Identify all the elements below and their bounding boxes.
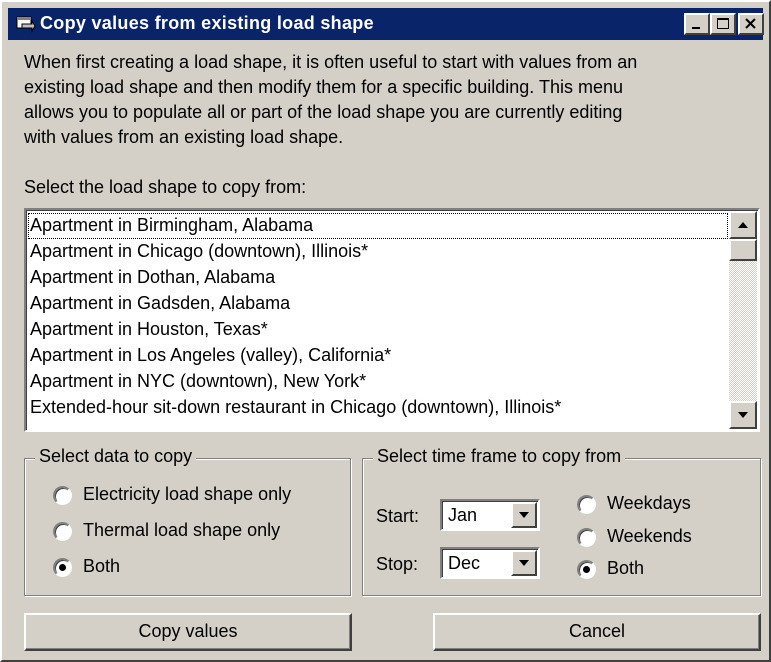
list-scrollbar[interactable] [729, 211, 757, 429]
radio-dot [583, 566, 590, 573]
title-bar[interactable]: Copy values from existing load shape [8, 8, 764, 40]
start-month-value: Jan [448, 505, 478, 525]
radio-dot [59, 564, 66, 571]
list-item[interactable]: Apartment in Houston, Texas* [28, 317, 728, 343]
copy-values-button[interactable]: Copy values [24, 613, 352, 651]
chevron-down-icon [519, 512, 529, 518]
stop-label: Stop: [376, 554, 419, 574]
close-button[interactable] [738, 13, 764, 35]
cancel-button[interactable]: Cancel [433, 613, 761, 651]
intro-line: with values from an existing load shape. [24, 127, 344, 147]
list-item[interactable]: Apartment in Birmingham, Alabama [28, 213, 728, 239]
radio-label: Electricity load shape only [83, 484, 292, 504]
close-icon [745, 18, 756, 29]
start-label: Start: [376, 506, 420, 526]
chevron-down-icon [519, 560, 529, 566]
radio-circle [577, 495, 596, 514]
intro-line: existing load shape and then modify them… [24, 77, 624, 97]
time-group-legend: Select time frame to copy from [373, 446, 626, 467]
data-group-legend: Select data to copy [35, 446, 197, 467]
radio-label: Both [83, 556, 121, 576]
list-item[interactable]: Extended-hour sit-down restaurant in Chi… [28, 395, 728, 421]
list-item[interactable]: Apartment in Dothan, Alabama [28, 265, 728, 291]
load-shape-listbox[interactable]: Apartment in Birmingham, Alabama Apartme… [24, 208, 760, 432]
radio-circle [53, 558, 72, 577]
radio-circle [53, 486, 72, 505]
radio-circle [53, 522, 72, 541]
minimize-button[interactable] [684, 13, 710, 35]
scroll-up-button[interactable] [729, 211, 757, 239]
list-item[interactable]: Apartment in NYC (downtown), New York* [28, 369, 728, 395]
list-item[interactable]: Apartment in Los Angeles (valley), Calif… [28, 343, 728, 369]
stop-dropdown-button[interactable] [511, 550, 537, 576]
minimize-icon [692, 27, 700, 29]
radio-label: Weekends [607, 526, 692, 546]
window-title: Copy values from existing load shape [40, 13, 374, 33]
list-item[interactable]: Apartment in Chicago (downtown), Illinoi… [28, 239, 728, 265]
radio-circle [577, 560, 596, 579]
time-frame-group: Select time frame to copy from Start: Ja… [362, 446, 761, 596]
intro-line: When first creating a load shape, it is … [24, 52, 638, 72]
radio-label: Both [607, 558, 645, 578]
data-to-copy-group: Select data to copy Electricity load sha… [24, 446, 351, 596]
radio-circle [577, 528, 596, 547]
radio-label: Weekdays [607, 493, 691, 513]
arrow-down-icon [738, 412, 748, 418]
scroll-down-button[interactable] [729, 401, 757, 429]
stop-month-select[interactable]: Dec [440, 547, 540, 579]
list-item[interactable]: Apartment in Gadsden, Alabama [28, 291, 728, 317]
intro-line: allows you to populate all or part of th… [24, 102, 623, 122]
window-app-icon[interactable] [16, 15, 36, 33]
maximize-button[interactable] [710, 13, 736, 35]
intro-text: When first creating a load shape, it is … [24, 50, 764, 150]
maximize-icon [717, 18, 729, 29]
arrow-up-icon [738, 222, 748, 228]
stop-month-value: Dec [448, 553, 481, 573]
list-label: Select the load shape to copy from: [24, 177, 307, 197]
start-month-select[interactable]: Jan [440, 499, 540, 531]
radio-label: Thermal load shape only [83, 520, 281, 540]
start-dropdown-button[interactable] [511, 502, 537, 528]
dialog-window: Copy values from existing load shape Whe… [0, 0, 771, 662]
scroll-thumb[interactable] [729, 239, 757, 261]
